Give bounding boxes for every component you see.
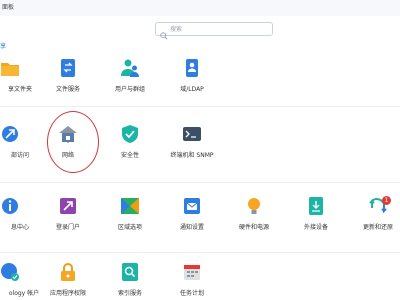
item-label: 更新和还原 [362, 224, 393, 231]
file-services-icon [58, 58, 78, 78]
app-privileges-icon [58, 262, 78, 282]
item-label: 终端机和 SNMP [170, 152, 214, 159]
item-label: 文件服务 [55, 86, 80, 93]
terminal-snmp-item[interactable]: 终端机和 SNMP [160, 124, 224, 172]
security-item[interactable]: 安全性 [98, 124, 162, 172]
login-portal-item[interactable]: 登录门户 [36, 196, 100, 244]
external-devices-icon [306, 196, 326, 216]
folder-share-icon [0, 58, 20, 78]
domain-ldap-icon [182, 58, 202, 78]
network-item[interactable]: 网络 [36, 124, 100, 172]
info-center-icon [0, 196, 20, 216]
item-label: 索引服务 [117, 290, 142, 297]
account-icon [0, 262, 20, 282]
regional-options-item[interactable]: 区域选项 [98, 196, 162, 244]
item-label: 域/LDAP [180, 86, 204, 93]
users-groups-icon [120, 58, 140, 78]
update-restore-icon: 1 [368, 196, 391, 216]
item-label: 硬件和电源 [238, 224, 269, 231]
item-label: 任务计划 [179, 290, 204, 297]
section-divider [0, 182, 400, 183]
update-restore-item[interactable]: 1 更新和还原 [346, 196, 400, 244]
search-input[interactable] [170, 24, 270, 34]
users-groups-item[interactable]: 用户与群组 [98, 58, 162, 106]
network-icon [58, 124, 78, 144]
indexing-item[interactable]: 索引服务 [98, 262, 162, 300]
item-label: 网络 [61, 152, 74, 159]
regional-options-icon [120, 196, 140, 216]
task-scheduler-item[interactable]: 任务计划 [160, 262, 224, 300]
item-label: 应用程序权限 [49, 290, 86, 297]
window-title: 面板 [2, 4, 15, 11]
security-icon [120, 124, 140, 144]
external-access-icon [0, 124, 20, 144]
notification-badge: 1 [382, 196, 391, 205]
item-label: 通知设置 [179, 224, 204, 231]
app-privileges-item[interactable]: 应用程序权限 [36, 262, 100, 300]
hardware-power-item[interactable]: 硬件和电源 [222, 196, 286, 244]
search-icon [160, 25, 168, 40]
hardware-power-icon [244, 196, 264, 216]
section-divider [0, 252, 400, 253]
item-label: 安全性 [120, 152, 139, 159]
task-scheduler-icon [182, 262, 202, 282]
item-label: 用户与群组 [114, 86, 145, 93]
indexing-icon [120, 262, 140, 282]
login-portal-icon [58, 196, 78, 216]
notification-item[interactable]: 通知设置 [160, 196, 224, 244]
section-divider [0, 106, 400, 107]
section-title: 享 [0, 43, 7, 50]
terminal-snmp-icon [182, 124, 202, 144]
notification-icon [182, 196, 202, 216]
item-label: 登录门户 [55, 224, 80, 231]
search-box[interactable] [155, 22, 273, 40]
external-devices-item[interactable]: 外接设备 [284, 196, 348, 244]
domain-ldap-item[interactable]: 域/LDAP [160, 58, 224, 106]
item-label: 外接设备 [303, 224, 328, 231]
file-services-item[interactable]: 文件服务 [36, 58, 100, 106]
item-label: 区域选项 [117, 224, 142, 231]
title-bar: 面板 [0, 0, 400, 16]
